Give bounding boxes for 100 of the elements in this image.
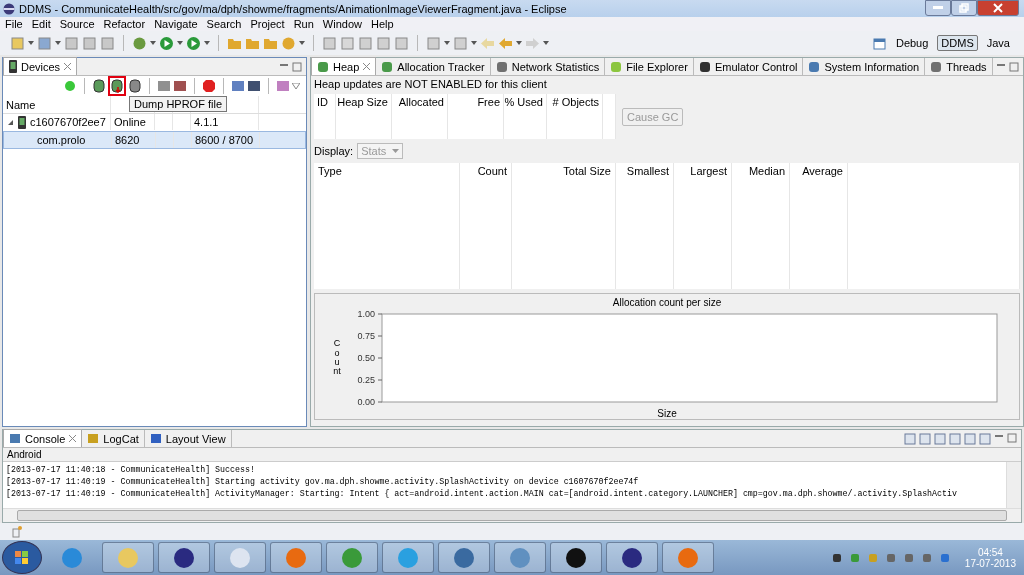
start-button[interactable] — [2, 541, 42, 574]
axis-label: Count — [332, 339, 342, 377]
maximize-icon[interactable] — [1009, 61, 1019, 72]
eclipse-icon — [3, 2, 15, 15]
clock-time: 04:54 — [977, 546, 1003, 558]
close-tab-icon[interactable] — [69, 435, 77, 442]
console-line: [2013-07-17 11:40:19 - CommunicateHealth] Starting activity gov.ma.dph.showme.activity.SplashActivity on device c1607670f2ee74f — [6, 476, 640, 488]
column-header: Count — [460, 163, 512, 179]
menu-item[interactable]: Search — [206, 18, 242, 30]
close-icon — [69, 435, 77, 442]
menu-item[interactable]: Source — [59, 18, 95, 30]
console-tool-icon[interactable] — [934, 432, 946, 445]
console-name: Android — [3, 448, 1021, 461]
column-header: Smallest — [616, 163, 674, 179]
console-line: [2013-07-17 11:40:18 - CommunicateHealth] Success! — [6, 464, 256, 476]
restore-button[interactable] — [951, 0, 977, 16]
devices-tab[interactable]: Devices — [3, 57, 78, 75]
view-tab[interactable]: Heap — [311, 57, 377, 75]
caret-icon[interactable] — [543, 41, 549, 45]
tab-label: Layout View — [165, 432, 226, 445]
tick-label: 0.25 — [356, 375, 375, 385]
perspective-button[interactable]: Debug — [891, 35, 933, 51]
tab-label: Heap — [333, 60, 360, 73]
maximize-icon[interactable] — [292, 61, 302, 72]
caret-icon[interactable] — [299, 41, 305, 45]
clock-date: 17-07-2013 — [964, 557, 1016, 569]
tab-label: Allocation Tracker — [397, 60, 485, 73]
console-tab[interactable]: Console — [3, 429, 83, 447]
tick-label: 0.50 — [356, 353, 375, 363]
minimize-icon — [933, 6, 943, 10]
perspective-button[interactable]: Java — [982, 35, 1014, 51]
table-cell: 8600 / 8700 — [195, 134, 254, 146]
caret-icon[interactable] — [55, 41, 61, 45]
caret-icon[interactable] — [28, 41, 34, 45]
horizontal-scrollbar[interactable] — [3, 508, 1021, 522]
menu-item[interactable]: File — [5, 18, 23, 30]
menu-item[interactable]: Refactor — [103, 18, 146, 30]
caret-icon[interactable] — [292, 83, 300, 89]
caret-icon[interactable] — [204, 41, 210, 45]
column-header: Allocated — [392, 94, 448, 111]
caret-icon[interactable] — [177, 41, 183, 45]
chart-title: Allocation count per size — [612, 296, 722, 308]
close-icon — [993, 3, 1003, 13]
close-icon — [363, 63, 371, 70]
phone-icon — [18, 115, 26, 129]
column-header: % Used — [504, 94, 547, 111]
windows-logo-icon — [15, 550, 29, 565]
open-perspective-icon[interactable] — [871, 35, 887, 51]
menu-item[interactable]: Navigate — [154, 18, 198, 30]
table-cell: c1607670f2ee7 — [30, 116, 106, 128]
column-header: # Objects — [547, 94, 603, 111]
caret-icon[interactable] — [516, 41, 522, 45]
close-tab-icon[interactable] — [363, 63, 371, 70]
column-header: Total Size — [512, 163, 616, 179]
caret-icon — [392, 149, 400, 153]
tab-label: Devices — [21, 60, 61, 73]
stop-icon[interactable] — [202, 79, 216, 93]
restore-icon — [959, 3, 969, 13]
console-tool-icon[interactable] — [949, 432, 961, 445]
maximize-icon[interactable] — [1007, 432, 1017, 443]
menu-item[interactable]: Run — [293, 18, 314, 30]
menu-item[interactable]: Help — [371, 18, 394, 30]
menu-item[interactable]: Project — [250, 18, 285, 30]
expand-arrow-icon[interactable] — [6, 118, 14, 126]
tab-label: LogCat — [103, 432, 139, 445]
console-tool-icon[interactable] — [904, 432, 916, 445]
column-header: Free — [448, 94, 504, 111]
caret-icon[interactable] — [444, 41, 450, 45]
tick-label: 0.00 — [356, 397, 375, 407]
caret-icon[interactable] — [471, 41, 477, 45]
column-header: Name — [6, 98, 36, 111]
menu-item[interactable]: Window — [322, 18, 362, 30]
tab-label: System Information — [824, 60, 920, 73]
vertical-scrollbar[interactable] — [1006, 462, 1021, 508]
axis-label: Size — [657, 408, 677, 419]
tooltip: Dump HPROF file — [129, 96, 228, 112]
console-tool-icon[interactable] — [964, 432, 976, 445]
tab-label: Threads — [946, 60, 987, 73]
close-tab-icon[interactable] — [64, 63, 72, 70]
column-header: Type — [314, 163, 460, 179]
column-header: Largest — [674, 163, 732, 179]
caret-icon[interactable] — [150, 41, 156, 45]
heap-notice: Heap updates are NOT ENABLED for this client — [314, 78, 548, 90]
table-cell: 4.1.1 — [194, 116, 219, 128]
console-tool-icon[interactable] — [979, 432, 991, 445]
minimize-button[interactable] — [925, 0, 951, 16]
column-header: Median — [732, 163, 790, 179]
menu-item[interactable]: Edit — [31, 18, 51, 30]
phone-icon — [9, 60, 17, 73]
table-row[interactable]: com.prolo 8620 8600 / 8700 — [3, 131, 306, 149]
display-label: Display: — [314, 145, 354, 157]
column-header: Average — [790, 163, 848, 179]
console-tool-icon[interactable] — [919, 432, 931, 445]
console-line: [2013-07-17 11:40:19 - CommunicateHealth] ActivityManager: Starting: Intent { act=android.intent.action.MAIN cat=[android.intent.category.LAUNCHER] cmp=gov.ma.dph.showme/.activity.SplashActiv — [6, 488, 958, 500]
tab-label: Console — [25, 432, 66, 445]
close-button[interactable] — [977, 0, 1019, 16]
perspective-button[interactable]: DDMS — [937, 35, 978, 51]
table-cell-text: com.prolo — [36, 134, 86, 146]
dump-hprof-button[interactable] — [108, 76, 126, 96]
tab-label: File Explorer — [626, 60, 688, 73]
